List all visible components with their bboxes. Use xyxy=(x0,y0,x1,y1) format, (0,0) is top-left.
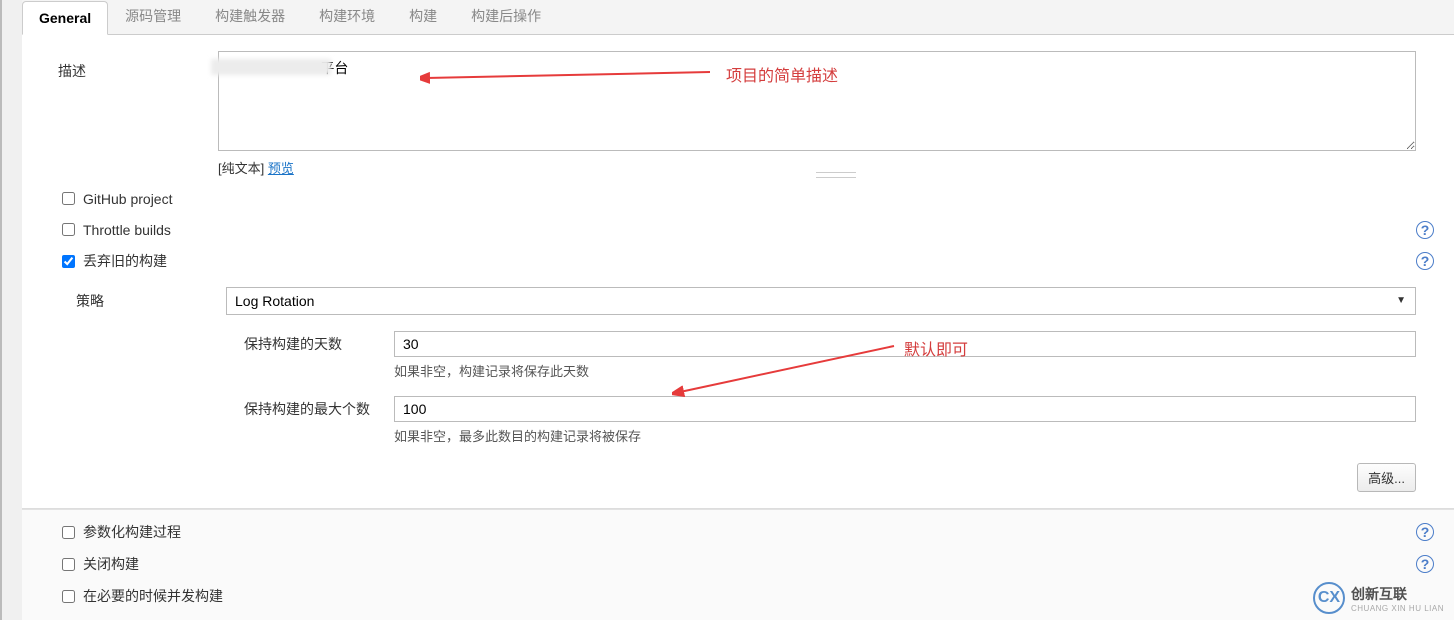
input-keep-days[interactable] xyxy=(394,331,1416,357)
description-textarea[interactable]: 平台 xyxy=(218,51,1416,151)
tab-triggers[interactable]: 构建触发器 xyxy=(198,0,302,35)
label-keep-max: 保持构建的最大个数 xyxy=(244,399,394,419)
label-description: 描述 xyxy=(58,51,218,81)
redacted-overlay xyxy=(211,59,331,75)
tab-build[interactable]: 构建 xyxy=(392,0,454,35)
select-strategy[interactable]: Log Rotation xyxy=(226,287,1416,315)
hint-keep-days: 如果非空，构建记录将保存此天数 xyxy=(22,357,1454,390)
label-close-build: 关闭构建 xyxy=(83,554,139,574)
row-github-project: GitHub project xyxy=(22,183,1454,214)
row-parameterized-build: 参数化构建过程 ? xyxy=(22,510,1454,548)
hint-keep-max: 如果非空，最多此数目的构建记录将被保存 xyxy=(22,422,1454,455)
row-keep-max: 保持构建的最大个数 xyxy=(22,390,1454,422)
row-concurrent-build: 在必要的时候并发构建 xyxy=(22,580,1454,620)
label-throttle-builds: Throttle builds xyxy=(83,222,171,238)
row-keep-days: 保持构建的天数 xyxy=(22,325,1454,357)
label-keep-days: 保持构建的天数 xyxy=(244,334,394,354)
checkbox-throttle-builds[interactable] xyxy=(62,223,75,236)
advanced-button[interactable]: 高级... xyxy=(1357,463,1416,492)
label-parameterized-build: 参数化构建过程 xyxy=(83,522,181,542)
checkbox-concurrent-build[interactable] xyxy=(62,590,75,603)
label-github-project: GitHub project xyxy=(83,191,172,207)
row-throttle-builds: Throttle builds ? xyxy=(22,214,1454,245)
help-icon[interactable]: ? xyxy=(1416,523,1434,541)
config-tabs: General 源码管理 构建触发器 构建环境 构建 构建后操作 xyxy=(22,0,1454,35)
row-advanced: 高级... xyxy=(22,455,1454,509)
label-strategy: 策略 xyxy=(76,291,226,311)
tab-env[interactable]: 构建环境 xyxy=(302,0,392,35)
tab-general[interactable]: General xyxy=(22,1,108,35)
plaintext-label: [纯文本] xyxy=(218,161,268,176)
row-description: 描述 平台 [纯文本] 预览 xyxy=(22,35,1454,177)
checkbox-parameterized-build[interactable] xyxy=(62,526,75,539)
row-strategy: 策略 Log Rotation xyxy=(22,277,1454,325)
checkbox-github-project[interactable] xyxy=(62,192,75,205)
row-discard-old-builds: 丢弃旧的构建 ? xyxy=(22,245,1454,277)
help-icon[interactable]: ? xyxy=(1416,221,1434,239)
label-discard-old-builds: 丢弃旧的构建 xyxy=(83,251,167,271)
preview-link[interactable]: 预览 xyxy=(268,161,294,176)
input-keep-max[interactable] xyxy=(394,396,1416,422)
row-close-build: 关闭构建 ? xyxy=(22,548,1454,580)
help-icon[interactable]: ? xyxy=(1416,555,1434,573)
label-concurrent-build: 在必要的时候并发构建 xyxy=(83,586,223,606)
tab-post[interactable]: 构建后操作 xyxy=(454,0,558,35)
checkbox-discard-old-builds[interactable] xyxy=(62,255,75,268)
tab-scm[interactable]: 源码管理 xyxy=(108,0,198,35)
help-icon[interactable]: ? xyxy=(1416,252,1434,270)
checkbox-close-build[interactable] xyxy=(62,558,75,571)
